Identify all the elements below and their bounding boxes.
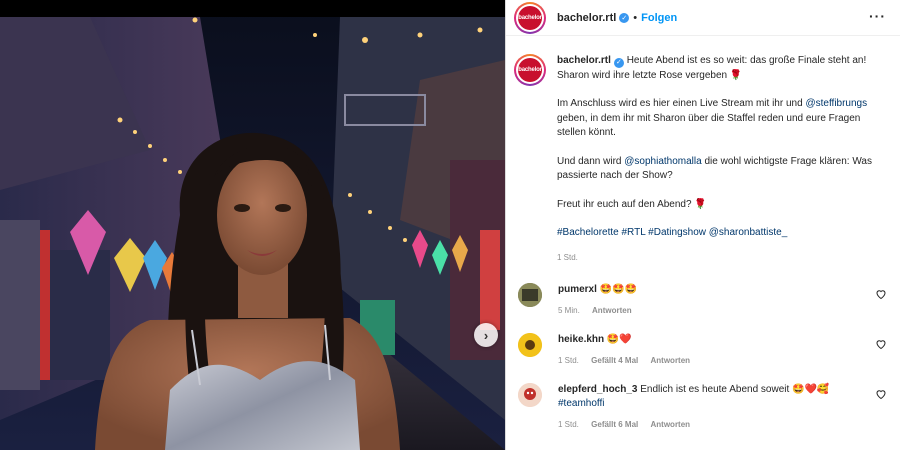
like-heart-icon[interactable] (875, 338, 887, 350)
avatar-logo: bachelor (518, 58, 542, 82)
header-username[interactable]: bachelor.rtl (557, 12, 616, 24)
caption-p3-start: Und dann wird (557, 155, 622, 167)
comment-meta: 5 Min. Antworten (558, 306, 858, 315)
reply-button[interactable]: Antworten (592, 306, 632, 315)
mascot-avatar-icon (518, 383, 542, 407)
avatar-image (518, 283, 542, 307)
comment-item: pumerxl 🤩🤩🤩 5 Min. Antworten (514, 283, 890, 315)
comment-username[interactable]: heike.khn (558, 334, 604, 345)
post-body: bachelor bachelor.rtl ✓ Heute Abend ist e… (506, 36, 900, 450)
comment-text: Endlich ist es heute Abend soweit 🤩❤️🥰 (640, 384, 830, 395)
caption-avatar[interactable]: bachelor (514, 54, 546, 86)
caption-paragraph-3: Und dann wird @sophiathomalla die wohl w… (557, 155, 889, 184)
caption-paragraph-2: Im Anschluss wird es hier einen Live Str… (557, 97, 889, 141)
caption-block: bachelor bachelor.rtl ✓ Heute Abend ist e… (514, 54, 890, 265)
account-avatar[interactable]: bachelor (514, 1, 546, 34)
comment-time[interactable]: 1 Std. (558, 356, 579, 365)
like-heart-icon[interactable] (875, 388, 887, 400)
photo-scene (0, 0, 505, 450)
caption-text: bachelor.rtl ✓ Heute Abend ist es so weit… (557, 54, 889, 265)
comment-likes[interactable]: Gefällt 6 Mal (591, 420, 638, 429)
comment-likes[interactable]: Gefällt 4 Mal (591, 356, 638, 365)
comment-meta: 1 Std. Gefällt 4 Mal Antworten (558, 356, 858, 365)
follow-button[interactable]: Folgen (641, 12, 677, 24)
hashtag-link[interactable]: #teamhoffi (558, 398, 605, 409)
like-heart-icon[interactable] (875, 288, 887, 300)
instagram-post-view: › bachelor bachelor.rtl ✓ • Folgen ··· b… (0, 0, 900, 450)
comment-meta: 1 Std. Gefällt 6 Mal Antworten (558, 420, 858, 429)
reply-button[interactable]: Antworten (651, 420, 691, 429)
sunflower-avatar-icon (518, 333, 542, 357)
mention-link[interactable]: @steffibrungs (805, 98, 867, 109)
post-timestamp[interactable]: 1 Std. (557, 251, 889, 266)
caption-paragraph-4: Freut ihr euch auf den Abend? 🌹 (557, 198, 707, 210)
comment-username[interactable]: pumerxl (558, 284, 597, 295)
commenter-avatar[interactable] (518, 283, 542, 307)
post-photo[interactable]: › (0, 0, 505, 450)
photo-top-bar (0, 0, 505, 17)
more-options-icon[interactable]: ··· (869, 9, 886, 23)
post-side-panel: bachelor bachelor.rtl ✓ • Folgen ··· bac… (505, 0, 900, 450)
dot-separator: • (633, 11, 638, 24)
verified-badge-icon: ✓ (613, 58, 624, 69)
comment-text: 🤩🤩🤩 (599, 284, 638, 295)
avatar-logo: bachelor (518, 5, 542, 30)
verified-badge-icon: ✓ (619, 12, 630, 23)
comment-username[interactable]: elepferd_hoch_3 (558, 384, 637, 395)
reply-button[interactable]: Antworten (651, 356, 691, 365)
commenter-avatar[interactable] (518, 383, 542, 407)
caption-p2-end: geben, in dem ihr mit Sharon über die St… (557, 112, 861, 139)
comment-time[interactable]: 1 Std. (558, 420, 579, 429)
commenter-avatar[interactable] (518, 333, 542, 357)
hashtag-links[interactable]: #Bachelorette #RTL #Datingshow @sharonba… (557, 226, 889, 241)
comment-item: elepferd_hoch_3 Endlich ist es heute Abe… (514, 383, 890, 429)
post-header: bachelor bachelor.rtl ✓ • Folgen ··· (506, 0, 900, 36)
comment-time[interactable]: 5 Min. (558, 306, 580, 315)
next-image-button[interactable]: › (474, 323, 498, 347)
caption-p2-start: Im Anschluss wird es hier einen Live Str… (557, 98, 803, 109)
comment-text: 🤩❤️ (606, 334, 632, 345)
comment-item: heike.khn 🤩❤️ 1 Std. Gefällt 4 Mal Antwo… (514, 333, 890, 365)
caption-username[interactable]: bachelor.rtl (557, 55, 611, 66)
mention-link[interactable]: @sophiathomalla (624, 156, 701, 167)
